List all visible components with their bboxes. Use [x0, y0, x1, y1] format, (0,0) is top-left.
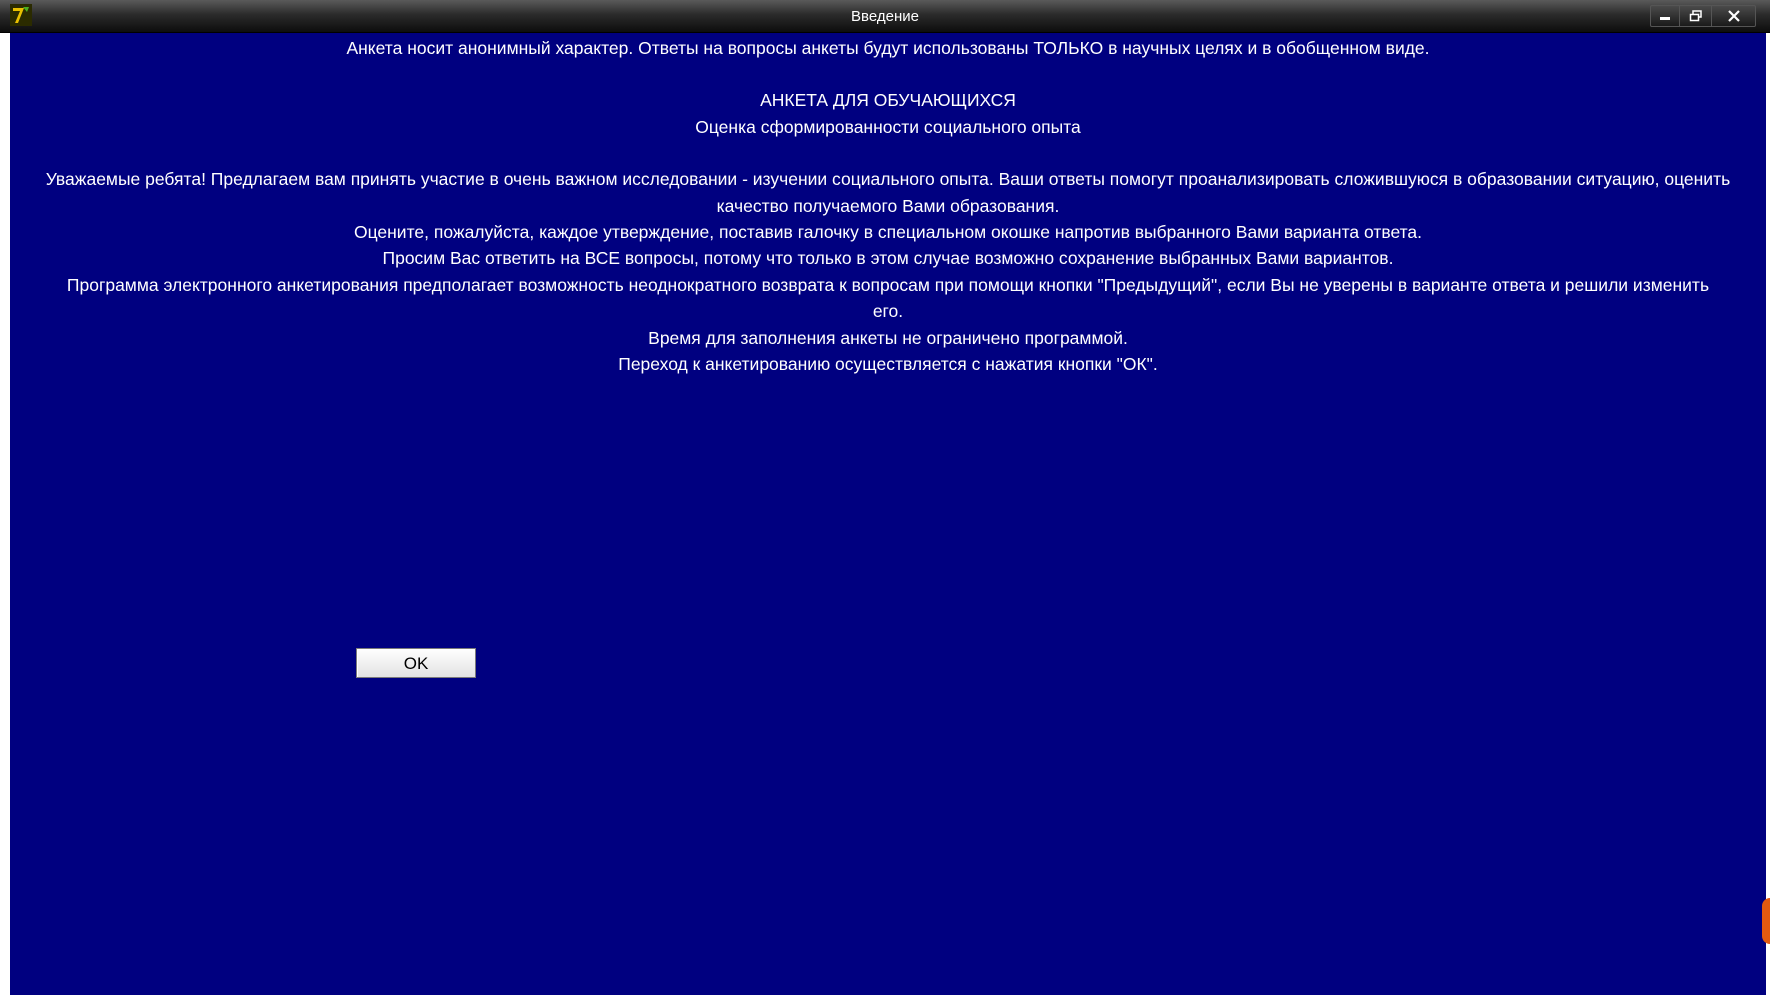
close-button[interactable] [1711, 6, 1755, 26]
instruction-paragraph: Программа электронного анкетирования пре… [66, 274, 1710, 322]
anonymity-note: Анкета носит анонимный характер. Ответы … [346, 38, 1430, 58]
instruction-paragraph: Просим Вас ответить на ВСЕ вопросы, пото… [382, 248, 1394, 269]
close-icon [1727, 10, 1740, 22]
survey-heading: АНКЕТА ДЛЯ ОБУЧАЮЩИХСЯ [760, 90, 1016, 111]
instruction-paragraph: Оцените, пожалуйста, каждое утверждение,… [353, 222, 1423, 243]
edge-decoration [1762, 898, 1770, 944]
instruction-paragraph: Время для заполнения анкеты не ограничен… [648, 327, 1128, 348]
content-area: Анкета носит анонимный характер. Ответы … [10, 33, 1766, 995]
survey-subheading: Оценка сформированности социального опыт… [695, 116, 1081, 137]
intro-paragraph: Уважаемые ребята! Предлагаем вам принять… [45, 169, 1731, 216]
restore-button[interactable] [1679, 6, 1711, 26]
title-bar[interactable]: Введение [0, 0, 1770, 33]
ok-button[interactable]: OK [356, 648, 476, 678]
minimize-button[interactable] [1651, 6, 1679, 26]
intro-text: Анкета носит анонимный характер. Ответы … [10, 33, 1766, 377]
restore-icon [1689, 10, 1702, 22]
minimize-icon [1660, 17, 1670, 20]
instruction-paragraph: Переход к анкетированию осуществляется с… [618, 354, 1158, 375]
intro-window: Введение Анкета носит анонимный характер… [0, 0, 1770, 996]
window-controls [1650, 5, 1756, 27]
window-title: Введение [851, 8, 919, 25]
